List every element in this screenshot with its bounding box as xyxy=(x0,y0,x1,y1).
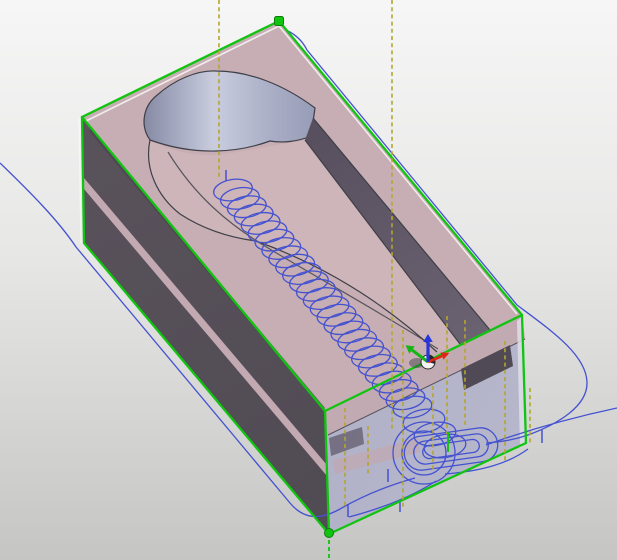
cad-viewport[interactable] xyxy=(0,0,617,560)
viewport-3d[interactable] xyxy=(0,0,617,560)
bottom-vertex xyxy=(325,529,334,538)
top-vertex xyxy=(275,17,284,26)
